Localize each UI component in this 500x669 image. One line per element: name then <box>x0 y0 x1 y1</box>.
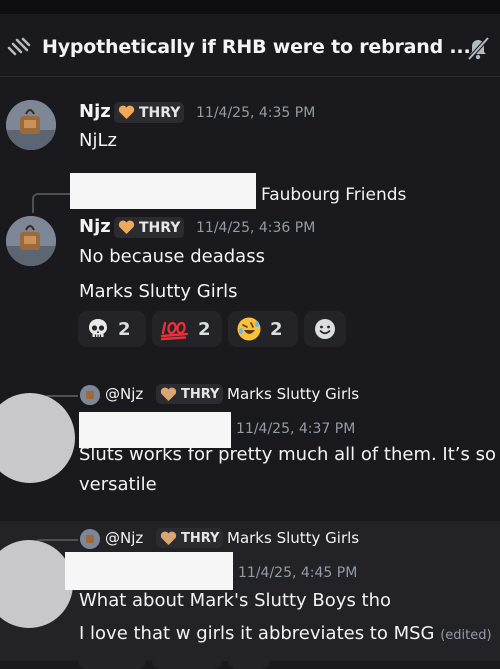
username[interactable]: Njz <box>79 216 111 237</box>
reaction-hundred[interactable]: 2 <box>152 311 222 347</box>
message-text: No because deadass <box>79 246 265 267</box>
username[interactable]: Njz <box>79 101 111 122</box>
thread-header: Hypothetically if RHB were to rebrand ..… <box>0 14 500 77</box>
reaction-partial[interactable] <box>152 653 222 669</box>
server-tag[interactable]: THRY <box>114 102 185 123</box>
reply-mention[interactable]: @Njz <box>105 385 143 403</box>
reaction-rofl[interactable]: 2 <box>228 311 298 347</box>
timestamp: 11/4/25, 4:35 PM <box>196 105 316 121</box>
server-tag: THRY <box>156 528 224 548</box>
heart-icon <box>118 220 135 234</box>
server-tag: THRY <box>156 384 224 404</box>
thread-title[interactable]: Hypothetically if RHB were to rebrand ..… <box>42 36 471 58</box>
user-avatar[interactable] <box>6 100 56 150</box>
hundred-icon <box>160 321 189 341</box>
server-tag-label: THRY <box>139 219 181 236</box>
edited-label: (edited) <box>440 628 492 643</box>
rofl-icon <box>237 317 261 341</box>
server-tag-label: THRY <box>181 530 220 546</box>
redacted-username <box>79 412 231 448</box>
message-text: NjLz <box>79 130 117 151</box>
reply-avatar <box>80 385 100 405</box>
message-text: I love that w girls it abbreviates to MS… <box>79 623 492 644</box>
reaction-count: 2 <box>198 318 211 340</box>
reaction-count: 2 <box>270 318 283 340</box>
message-text: Sluts works for pretty much all of them.… <box>79 444 497 465</box>
thread-icon <box>7 37 31 56</box>
status-strip <box>0 0 500 14</box>
heart-icon <box>118 105 135 119</box>
reaction-partial[interactable] <box>78 653 146 669</box>
server-tag-label: THRY <box>139 104 181 121</box>
reply-preview-text[interactable]: Marks Slutty Girls <box>227 385 359 403</box>
reaction-skull[interactable]: 2 <box>78 311 146 347</box>
redacted-reply-preview <box>70 173 256 209</box>
message-text: Marks Slutty Girls <box>79 281 238 302</box>
reaction-partial[interactable] <box>228 653 270 669</box>
reply-connector <box>32 193 70 213</box>
add-reaction-button[interactable] <box>304 311 346 347</box>
message-line: I love that w girls it abbreviates to MS… <box>79 623 435 644</box>
add-reaction-icon <box>315 319 335 339</box>
reply-mention[interactable]: @Njz <box>105 529 143 547</box>
skull-icon <box>89 319 107 337</box>
reply-preview-text[interactable]: Marks Slutty Girls <box>227 529 359 547</box>
server-tag[interactable]: THRY <box>114 217 185 238</box>
heart-icon <box>160 531 177 545</box>
reply-avatar <box>80 529 100 549</box>
timestamp: 11/4/25, 4:45 PM <box>238 565 358 581</box>
message-text: versatile <box>79 474 157 495</box>
reply-preview-text[interactable]: Faubourg Friends <box>261 185 406 205</box>
server-tag-label: THRY <box>181 386 220 402</box>
user-avatar[interactable] <box>6 216 56 266</box>
reaction-count: 2 <box>118 318 131 340</box>
message-text: What about Mark's Slutty Boys tho <box>79 590 392 611</box>
redacted-username <box>65 552 233 590</box>
timestamp: 11/4/25, 4:36 PM <box>196 220 316 236</box>
notifications-muted-icon[interactable] <box>464 34 492 62</box>
heart-icon <box>160 387 177 401</box>
timestamp: 11/4/25, 4:37 PM <box>236 421 356 437</box>
